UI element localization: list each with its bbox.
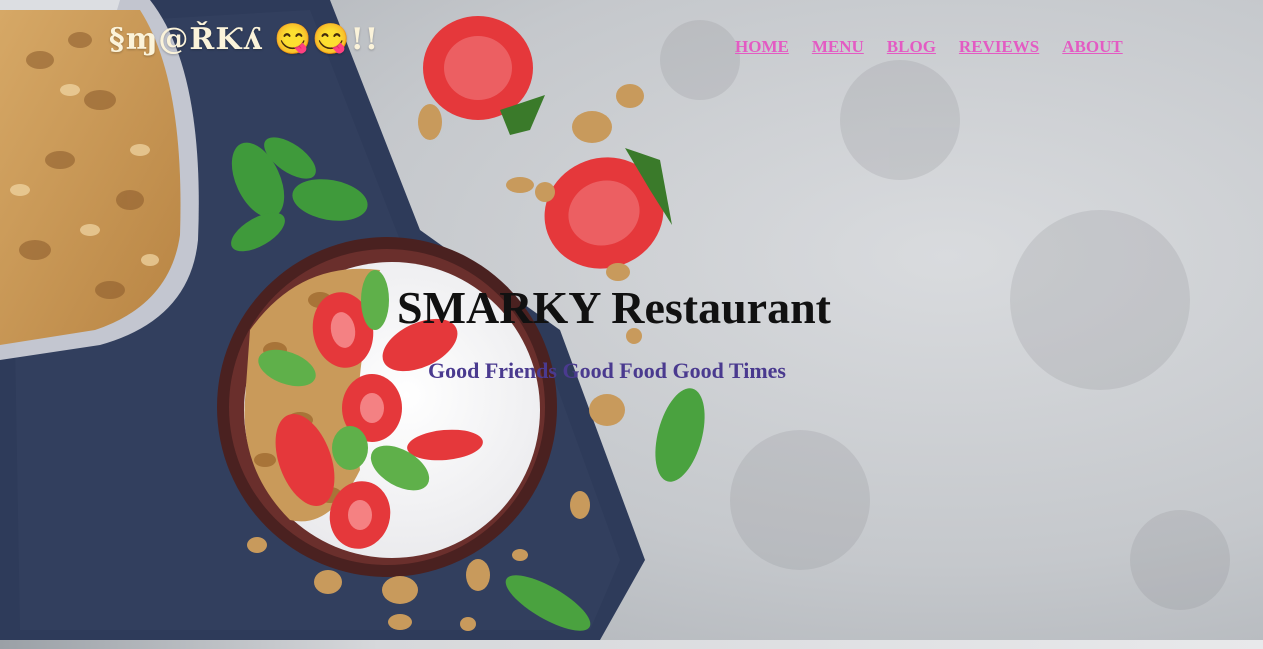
nav-link-menu[interactable]: MENU [812, 37, 864, 57]
hero-tagline: Good Friends Good Food Good Times [428, 358, 786, 383]
hero-title: SMARKY Restaurant [397, 282, 831, 333]
nav-link-about[interactable]: ABOUT [1062, 37, 1122, 57]
nav-link-reviews[interactable]: REVIEWS [959, 37, 1039, 57]
main-nav: HOME MENU BLOG REVIEWS ABOUT [735, 37, 1123, 57]
hero-section: §ɱ@ŘƘʎ 😋😋!! HOME MENU BLOG REVIEWS ABOUT… [0, 0, 1263, 640]
nav-link-blog[interactable]: BLOG [887, 37, 936, 57]
nav-link-home[interactable]: HOME [735, 37, 789, 57]
page-bottom-edge [0, 640, 1263, 649]
brand-logo[interactable]: §ɱ@ŘƘʎ 😋😋!! [109, 22, 379, 57]
